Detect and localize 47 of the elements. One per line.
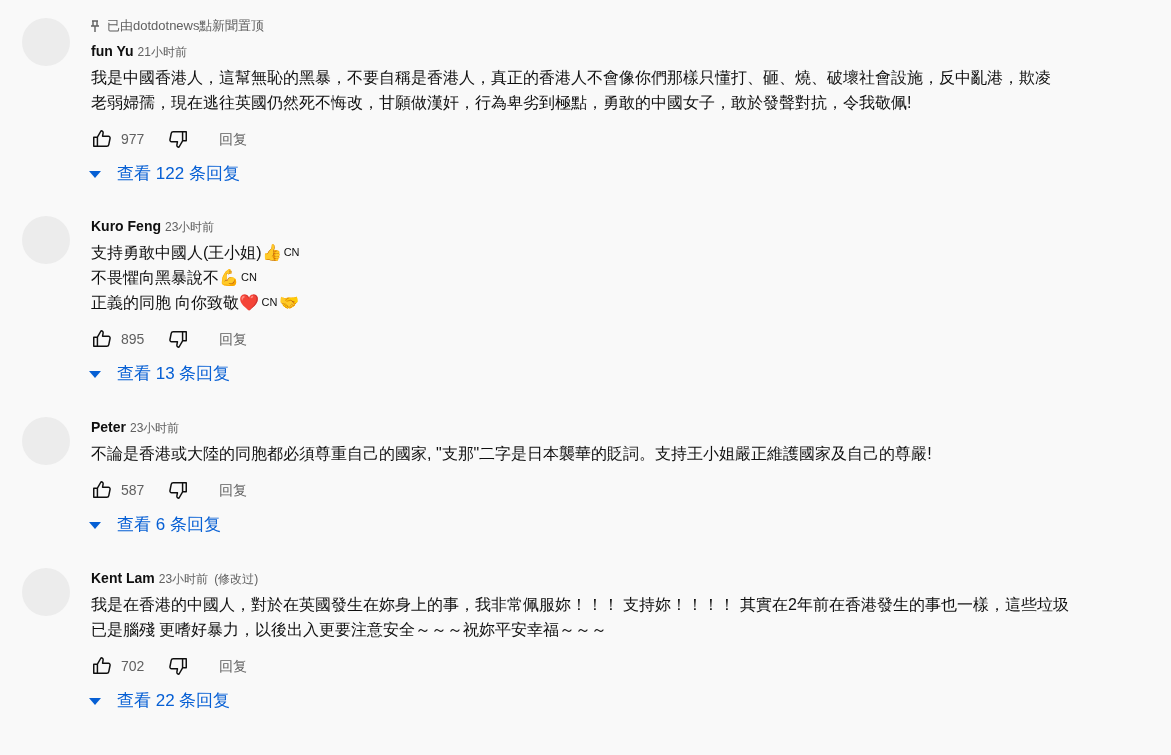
edited-label: (修改过)	[214, 571, 259, 588]
thumbs-down-icon[interactable]	[167, 479, 189, 501]
comment-text: 🤝	[279, 293, 300, 313]
like-count: 895	[121, 329, 146, 349]
author-name[interactable]: Kent Lam	[91, 568, 155, 589]
timestamp[interactable]: 23小时前	[158, 570, 209, 588]
flag-label: CN	[261, 295, 278, 310]
reply-button[interactable]: 回复	[219, 479, 247, 501]
comment-text: 老弱婦孺，現在逃往英國仍然死不悔改，甘願做漢奸，行為卑劣到極點，勇敢的中國女子，敢於發聲對抗，令我敬佩!	[91, 93, 912, 113]
comment-text: 不論是香港或大陸的同胞都必須尊重自己的國家, "支那"二字是日本襲華的貶詞。支持王小姐嚴正維護國家及自己的尊嚴!	[91, 444, 932, 464]
thumbs-down-icon[interactable]	[167, 655, 189, 677]
timestamp[interactable]: 23小时前	[165, 218, 215, 236]
flag-label: CN	[283, 245, 300, 260]
caret-icon	[89, 370, 101, 378]
pin-icon	[91, 20, 99, 32]
view-replies-button[interactable]: 查看 122 条回复	[117, 161, 240, 187]
thumbs-up-icon[interactable]	[91, 655, 113, 677]
caret-icon	[89, 697, 101, 705]
comment-text: 不畏懼向黑暴說不💪	[91, 268, 239, 288]
caret-icon	[89, 521, 101, 529]
thumbs-down-icon[interactable]	[167, 128, 189, 150]
thumbs-up-icon[interactable]	[91, 328, 113, 350]
like-count: 587	[121, 480, 146, 500]
flag-label: CN	[241, 270, 257, 285]
like-count: 977	[121, 129, 146, 149]
thumbs-up-icon[interactable]	[91, 128, 113, 150]
reply-button[interactable]: 回复	[219, 128, 247, 150]
like-count: 702	[121, 656, 146, 676]
author-name[interactable]: fun Yu	[91, 41, 134, 62]
comment-text: 正義的同胞 向你致敬❤	[91, 293, 260, 313]
comment-text: 已是腦殘 更嗜好暴力，以後出入更要注意安全～～～祝妳平安幸福～～～	[91, 620, 608, 640]
thumbs-up-icon[interactable]	[91, 479, 113, 501]
reply-button[interactable]: 回复	[219, 328, 247, 350]
author-name[interactable]: Peter	[91, 417, 127, 438]
timestamp[interactable]: 23小时前	[130, 419, 180, 437]
comment-text: 支持勇敢中國人(王小姐)👍	[91, 243, 282, 263]
timestamp[interactable]: 21小时前	[137, 43, 187, 61]
pinned-label: 已由dotdotnews點新聞置顶	[107, 17, 265, 36]
comment-text: 我是中國香港人，這幫無恥的黑暴，不要自稱是香港人，真正的香港人不會像你們那樣只懂打、砸、燒、破壞社會設施，反中亂港，欺凌	[91, 68, 1051, 88]
comment-text: 我是在香港的中國人，對於在英國發生在妳身上的事，我非常佩服妳！！！ 支持妳！！！！ 其實在2年前在香港發生的事也一樣，這些垃圾	[91, 595, 1069, 615]
view-replies-button[interactable]: 查看 13 条回复	[117, 361, 231, 387]
caret-icon	[89, 170, 101, 178]
view-replies-button[interactable]: 查看 22 条回复	[117, 688, 231, 714]
author-name[interactable]: Kuro Feng	[91, 216, 161, 237]
thumbs-down-icon[interactable]	[167, 328, 189, 350]
reply-button[interactable]: 回复	[219, 655, 247, 677]
view-replies-button[interactable]: 查看 6 条回复	[117, 512, 221, 538]
